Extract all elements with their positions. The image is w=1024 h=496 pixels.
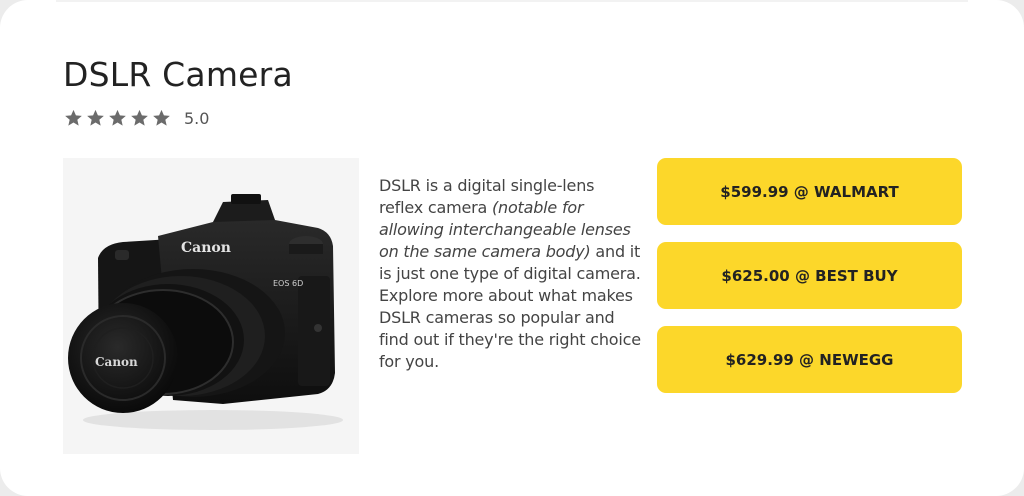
product-title: DSLR Camera (63, 55, 293, 94)
product-image: Canon Canon EOS 6D (63, 158, 359, 454)
product-card: DSLR Camera 5.0 Canon Canon EOS 6D DSLR … (0, 0, 1024, 496)
star-icon (107, 108, 128, 128)
camera-brand: Canon (181, 240, 231, 256)
camera-model: EOS 6D (273, 279, 303, 288)
buy-newegg-button[interactable]: $629.99 @ NEWEGG (657, 326, 962, 393)
buy-bestbuy-button[interactable]: $625.00 @ BEST BUY (657, 242, 962, 309)
camera-illustration: Canon Canon EOS 6D (68, 194, 343, 430)
star-icon (85, 108, 106, 128)
product-description: DSLR is a digital single-lens reflex cam… (379, 175, 641, 373)
buy-walmart-button[interactable]: $599.99 @ WALMART (657, 158, 962, 225)
star-icon (151, 108, 172, 128)
card-top-divider (56, 0, 968, 2)
star-icon (63, 108, 84, 128)
rating-stars (63, 108, 172, 128)
lens-cap-brand: Canon (95, 355, 138, 369)
rating-value: 5.0 (184, 108, 210, 128)
rating: 5.0 (63, 106, 209, 130)
description-text-continued: and it is just one type of digital camer… (379, 242, 641, 371)
star-icon (129, 108, 150, 128)
